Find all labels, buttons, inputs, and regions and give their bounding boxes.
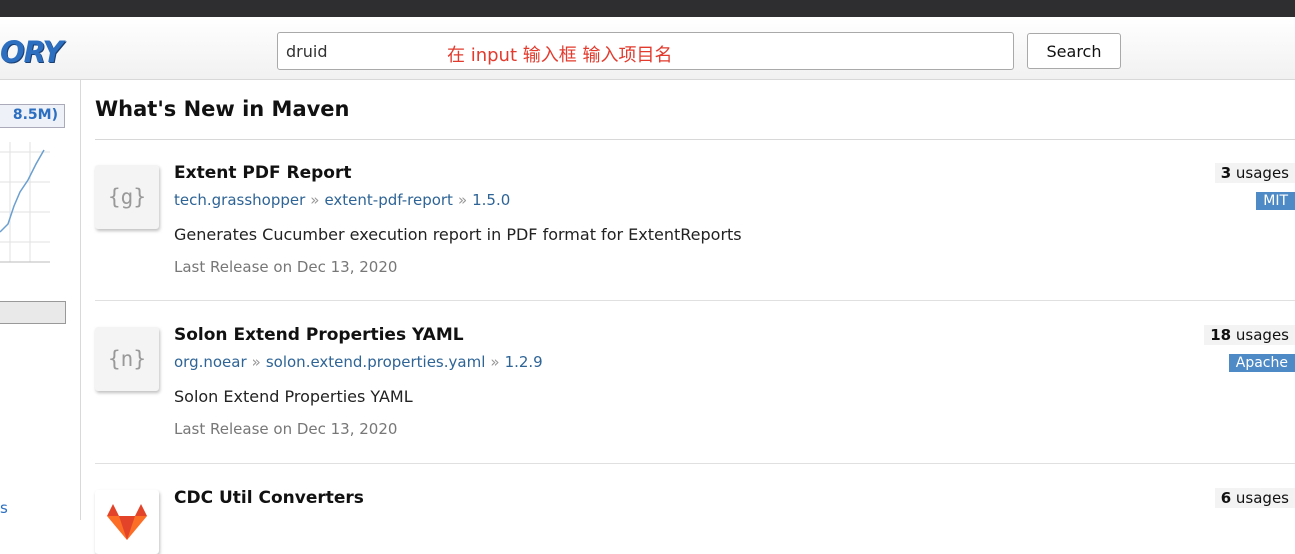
release-date: Last Release on Dec 13, 2020 [174,258,398,276]
group-link[interactable]: tech.grasshopper [174,191,305,209]
group-link[interactable]: org.noear [174,353,247,371]
usages-count: 6 [1220,489,1232,507]
usages-badge[interactable]: 18 usages [1204,325,1295,345]
license-badge[interactable]: Apache [1228,354,1295,372]
search-button[interactable]: Search [1027,33,1121,69]
usages-count: 3 [1220,164,1232,182]
artifact-name[interactable]: Solon Extend Properties YAML [174,325,464,345]
usages-badge[interactable]: 6 usages [1214,488,1295,508]
sidebar: 8.5M) s [0,80,81,520]
sidebar-link[interactable]: s [0,499,8,517]
sidebar-button[interactable] [0,301,66,324]
search-annotation: 在 input 输入框 输入项目名 [447,45,673,66]
artifact-coordinates: tech.grasshopper» extent-pdf-report» 1.5.0 [174,191,510,209]
breadcrumb-separator: » [251,353,261,371]
usages-label: usages [1235,489,1289,507]
release-date: Last Release on Dec 13, 2020 [174,420,398,438]
artifact-description: Solon Extend Properties YAML [174,387,413,406]
artifact-description: Generates Cucumber execution report in P… [174,225,742,244]
artifact-link[interactable]: extent-pdf-report [324,191,452,209]
site-logo[interactable]: ORY [0,35,63,69]
gitlab-icon[interactable] [95,490,159,554]
item-divider [95,463,1295,464]
title-divider [95,139,1295,140]
usages-badge[interactable]: 3 usages [1214,163,1295,183]
search-box[interactable]: 在 input 输入框 输入项目名 [277,32,1014,70]
browser-top-bar [0,0,1295,17]
main-content: What's New in Maven {g} Extent PDF Repor… [95,80,1295,554]
usages-label: usages [1235,164,1289,182]
version-link[interactable]: 1.5.0 [472,191,510,209]
item-divider [95,300,1295,301]
breadcrumb-separator: » [310,191,320,209]
breadcrumb-separator: » [490,353,500,371]
usages-label: usages [1235,326,1289,344]
page-title: What's New in Maven [95,97,350,121]
site-header: ORY 在 input 输入框 输入项目名 Search [0,17,1295,80]
artifact-link[interactable]: solon.extend.properties.yaml [266,353,486,371]
gitlab-logo-icon [107,504,147,540]
version-link[interactable]: 1.2.9 [505,353,543,371]
artifact-icon[interactable]: {g} [95,165,159,229]
usages-count: 18 [1210,326,1232,344]
artifact-name[interactable]: Extent PDF Report [174,163,351,183]
breadcrumb-separator: » [457,191,468,209]
artifact-icon[interactable]: {n} [95,327,159,391]
license-badge[interactable]: MIT [1256,192,1295,210]
indexed-artifacts-count[interactable]: 8.5M) [0,104,65,128]
growth-chart [0,142,50,263]
artifact-name[interactable]: CDC Util Converters [174,488,364,508]
artifact-coordinates: org.noear» solon.extend.properties.yaml» 1… [174,353,543,371]
search-input[interactable] [286,33,436,69]
